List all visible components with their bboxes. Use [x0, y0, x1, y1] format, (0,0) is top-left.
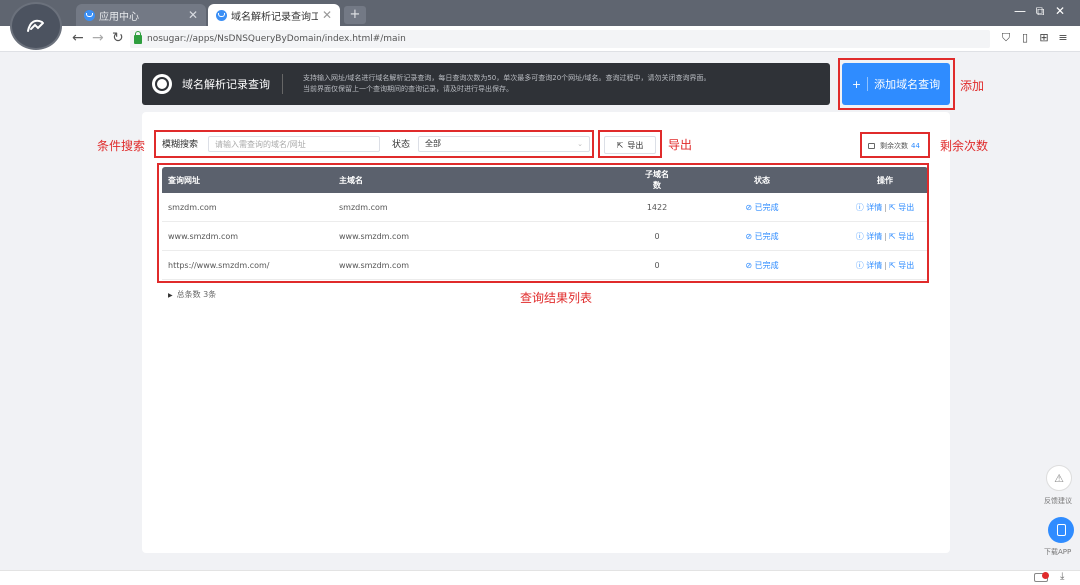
reload-icon[interactable]: ↻ — [112, 30, 124, 46]
download-app-label: 下载APP — [1044, 548, 1072, 556]
app-body: 域名解析记录查询 支持输入网址/域名进行域名解析记录查询，每日查询次数为50，单… — [0, 53, 1080, 570]
caret-right-icon: ▶ — [168, 292, 173, 299]
tab-label: 域名解析记录查询工具 — [231, 11, 318, 23]
app-logo-icon[interactable] — [10, 2, 62, 50]
forward-icon[interactable]: → — [92, 30, 104, 46]
tablet-icon[interactable]: ▯ — [1019, 32, 1031, 44]
menu-icon[interactable]: ≡ — [1057, 32, 1069, 44]
close-window-icon[interactable]: ✕ — [1052, 4, 1068, 18]
notification-badge — [1042, 572, 1049, 579]
back-icon[interactable]: ← — [72, 30, 84, 46]
annotation-results: 查询结果列表 — [520, 291, 593, 305]
tool-logo-icon — [152, 74, 172, 94]
warning-icon: ⚠ — [1054, 471, 1064, 485]
tab-close-icon[interactable]: ✕ — [188, 8, 198, 22]
annotation-add: 添加 — [960, 79, 985, 93]
annotation-export: 导出 — [668, 138, 693, 152]
banner-description: 支持输入网址/域名进行域名解析记录查询，每日查询次数为50，单次最多可查询20个… — [303, 73, 711, 95]
new-tab-button[interactable]: + — [344, 6, 366, 24]
url-text: nosugar://apps/NsDNSQueryByDomain/index.… — [147, 34, 406, 44]
restore-icon[interactable]: ⧉ — [1032, 4, 1048, 19]
grid-icon[interactable]: ⊞ — [1038, 32, 1050, 44]
feedback-label: 反馈建议 — [1044, 497, 1072, 505]
minimize-icon[interactable]: — — [1012, 4, 1028, 18]
total-count[interactable]: ▶ 总条数 3条 — [168, 289, 216, 300]
divider — [282, 74, 283, 94]
tab-app-icon — [216, 9, 227, 21]
annotation-box-export — [598, 130, 662, 158]
url-field[interactable]: nosugar://apps/NsDNSQueryByDomain/index.… — [130, 30, 990, 48]
tab-dns-tool[interactable]: 域名解析记录查询工具 ✕ — [208, 4, 340, 26]
address-bar: ← → ↻ nosugar://apps/NsDNSQueryByDomain/… — [0, 26, 1080, 52]
banner-desc-line: 当前界面仅保留上一个查询期间的查询记录，请及时进行导出保存。 — [303, 85, 513, 93]
lock-icon — [134, 30, 142, 44]
annotation-box-add — [838, 58, 955, 110]
annotation-box-filter — [154, 130, 594, 158]
download-app-button[interactable] — [1048, 517, 1074, 543]
tab-app-icon — [84, 9, 95, 21]
annotation-box-results — [157, 163, 929, 283]
page-title: 域名解析记录查询 — [182, 78, 270, 91]
total-text: 总条数 3条 — [176, 290, 217, 299]
banner-desc-line: 支持输入网址/域名进行域名解析记录查询，每日查询次数为50，单次最多可查询20个… — [303, 74, 711, 82]
feedback-button[interactable]: ⚠ — [1046, 465, 1072, 491]
tab-app-center[interactable]: 应用中心 ✕ — [76, 4, 206, 26]
status-bar: ⤓ — [0, 570, 1080, 585]
download-icon[interactable]: ⤓ — [1060, 571, 1064, 582]
annotation-filter: 条件搜索 — [97, 139, 146, 153]
tab-close-icon[interactable]: ✕ — [322, 8, 332, 22]
shield-icon[interactable]: ⛉ — [1000, 32, 1012, 44]
annotation-remaining: 剩余次数 — [940, 139, 989, 153]
header-banner: 域名解析记录查询 支持输入网址/域名进行域名解析记录查询，每日查询次数为50，单… — [142, 63, 830, 105]
tab-label: 应用中心 — [99, 11, 139, 23]
annotation-box-remaining — [860, 132, 930, 158]
